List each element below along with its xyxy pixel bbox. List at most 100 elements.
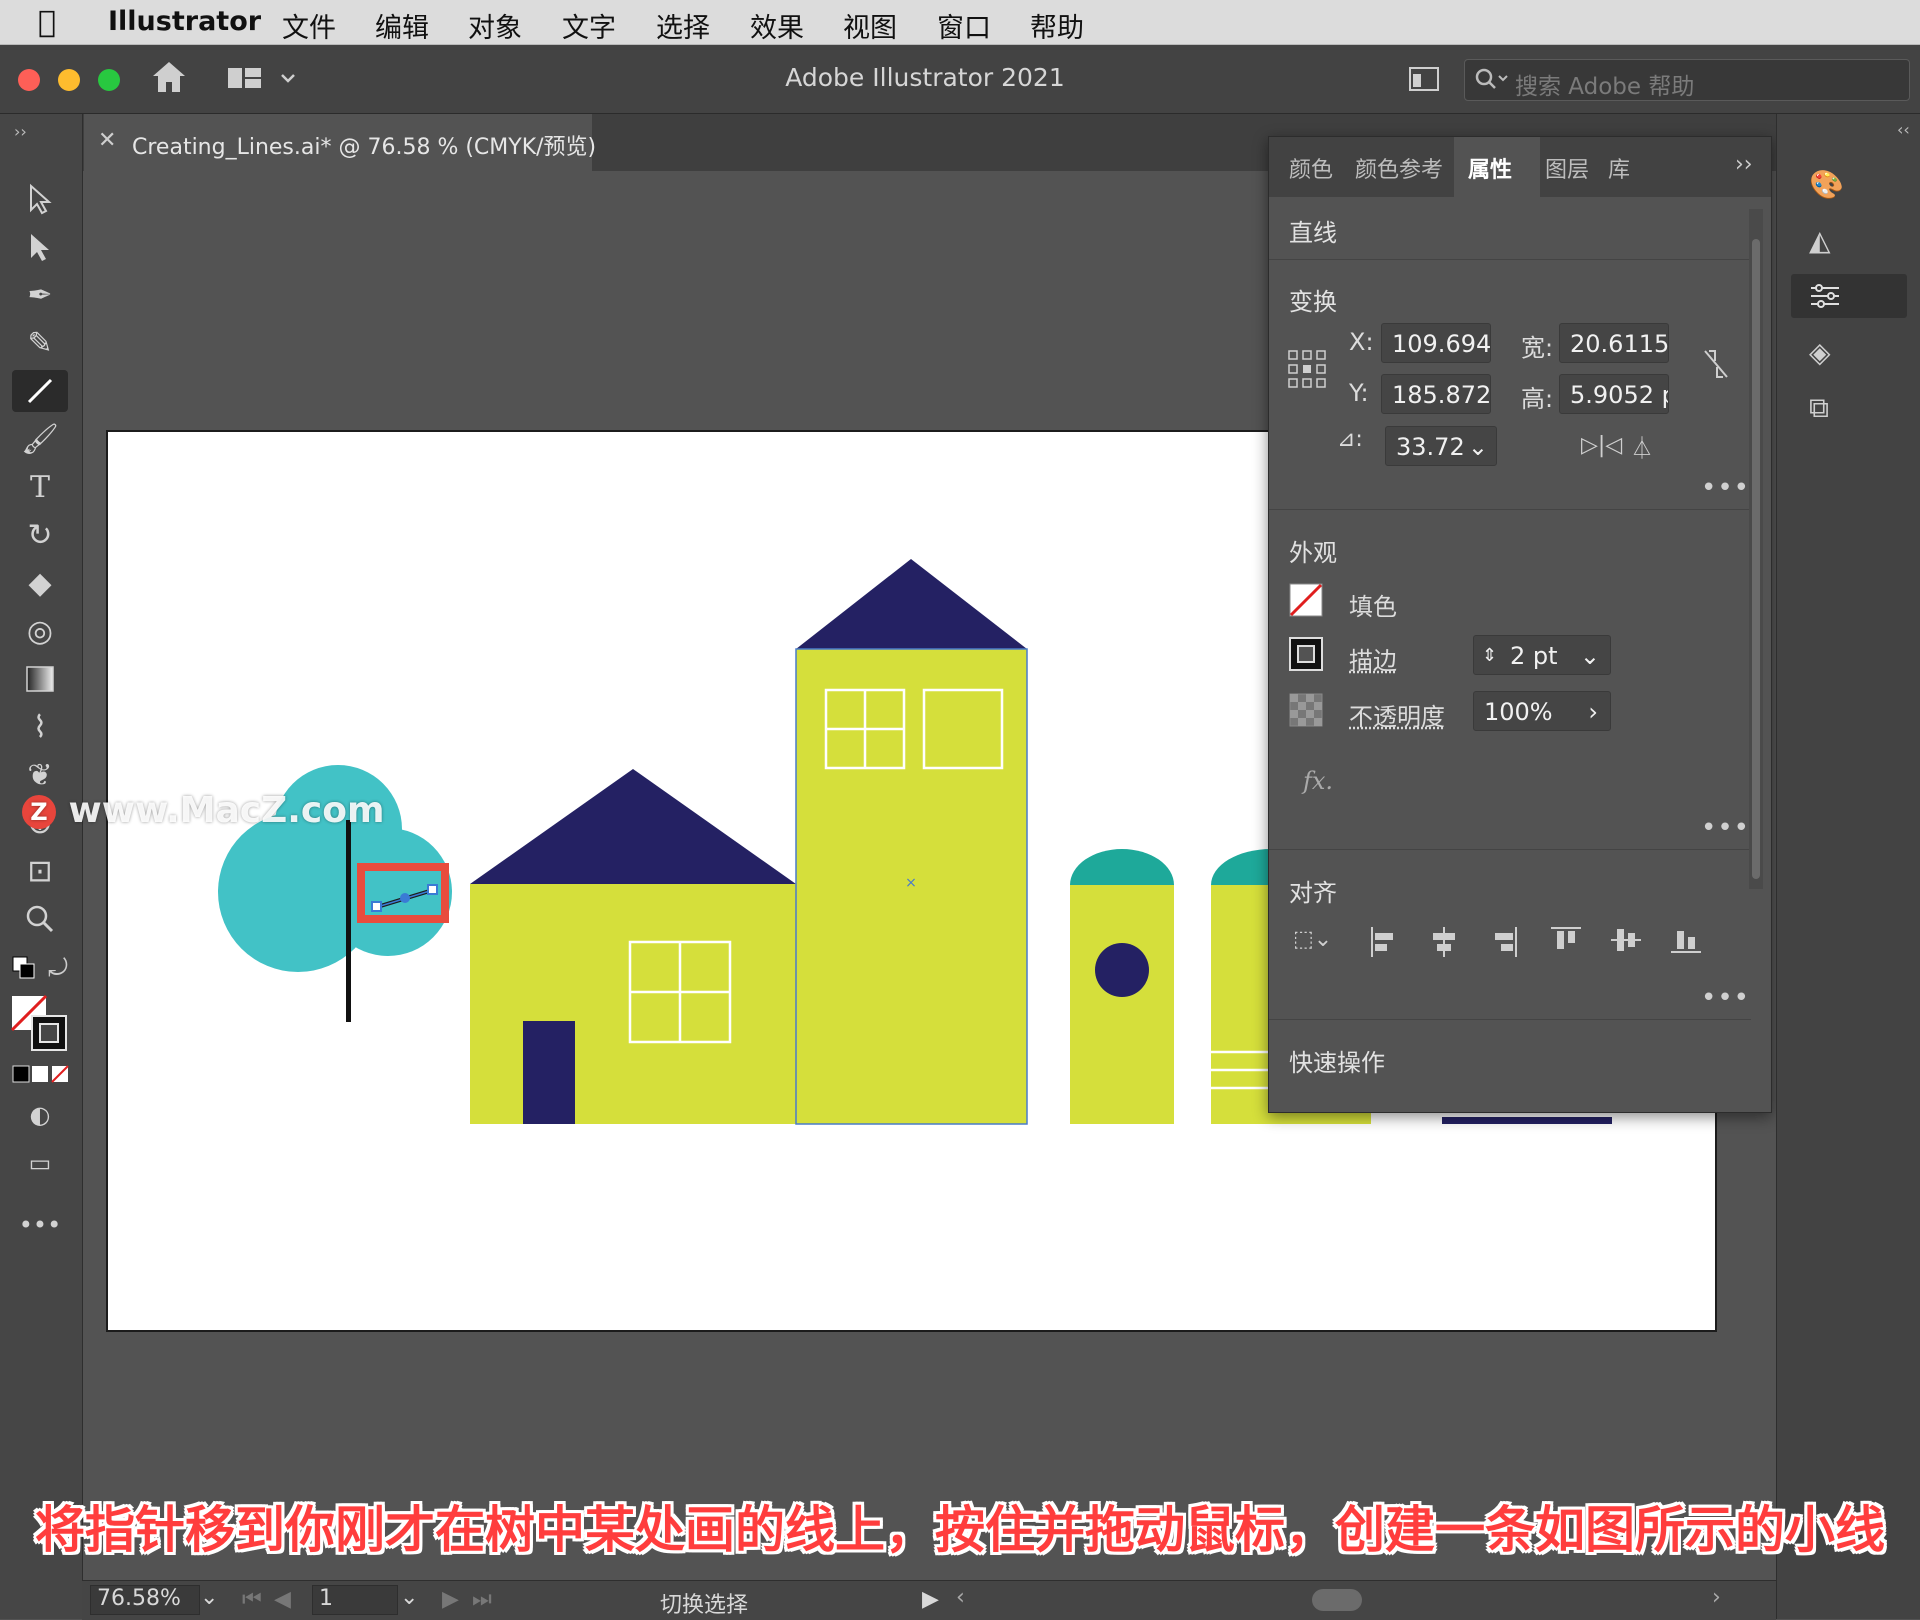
default-fill-stroke-icon[interactable]	[12, 956, 38, 986]
tab-libraries[interactable]: 库	[1608, 152, 1630, 184]
swap-fill-stroke-icon[interactable]: ⤾	[48, 954, 68, 982]
direct-selection-tool-icon[interactable]	[12, 226, 68, 268]
layers-panel-icon[interactable]: ◈	[1791, 330, 1907, 374]
tab-layers[interactable]: 图层	[1545, 152, 1589, 184]
document-tab[interactable]: ✕ Creating_Lines.ai* @ 76.58 % (CMYK/预览)	[84, 114, 596, 171]
libraries-panel-icon[interactable]: ⧉	[1791, 386, 1907, 430]
artboard-tool-icon[interactable]: ⊡	[12, 850, 68, 892]
home-icon[interactable]	[150, 59, 188, 99]
width-field[interactable]: 20.6115	[1559, 323, 1669, 363]
artboard-dropdown-icon[interactable]: ⌄	[400, 1585, 418, 1610]
last-artboard-icon[interactable]: ⏭	[472, 1587, 492, 1612]
close-window-button[interactable]	[18, 69, 40, 91]
edit-toolbar-icon[interactable]: •••	[12, 1204, 68, 1246]
stroke-dropdown-icon[interactable]: ⌄	[1580, 636, 1600, 674]
tab-color[interactable]: 颜色	[1289, 152, 1333, 184]
angle-dropdown-icon[interactable]: ⌄	[1468, 427, 1488, 465]
align-to-selection-icon[interactable]: ⬚⌄	[1293, 927, 1332, 952]
apple-icon[interactable]: 	[38, 5, 56, 40]
zoom-tool-icon[interactable]	[12, 898, 68, 940]
align-left-icon[interactable]	[1369, 925, 1399, 966]
color-guide-panel-icon[interactable]: ◭	[1791, 218, 1907, 262]
align-bottom-icon[interactable]	[1669, 925, 1703, 962]
status-mode-label[interactable]: 切换选择	[660, 1587, 748, 1619]
color-mode-icons[interactable]	[12, 1064, 72, 1088]
status-menu-arrow-icon[interactable]: ▶	[922, 1587, 939, 1612]
stroke-stepper-icon[interactable]: ⇕	[1482, 636, 1497, 674]
zoom-field[interactable]: 76.58%	[90, 1585, 200, 1615]
y-field[interactable]: 185.872	[1381, 374, 1491, 414]
paintbrush-tool-icon[interactable]: 🖌	[12, 418, 68, 460]
eyedropper-tool-icon[interactable]: ⌇	[12, 706, 68, 748]
panel-toggle-icon[interactable]	[1408, 65, 1440, 97]
panel-menu-icon[interactable]: ››	[1735, 152, 1753, 177]
menu-edit[interactable]: 编辑	[375, 6, 429, 45]
line-segment-tool-icon[interactable]	[12, 370, 68, 412]
selection-tool-icon[interactable]	[12, 178, 68, 220]
minimize-window-button[interactable]	[58, 69, 80, 91]
silo-1[interactable]	[1070, 849, 1174, 1124]
zoom-window-button[interactable]	[98, 69, 120, 91]
reference-point-icon[interactable]	[1287, 349, 1327, 396]
close-document-icon[interactable]: ✕	[98, 128, 116, 153]
fill-stroke-swatch[interactable]	[10, 994, 70, 1058]
zoom-dropdown-icon[interactable]: ⌄	[200, 1585, 218, 1610]
horizontal-scroll-thumb[interactable]	[1312, 1589, 1362, 1611]
fill-none-swatch-icon[interactable]	[1289, 583, 1323, 624]
align-vertical-center-icon[interactable]	[1609, 925, 1643, 962]
menu-view[interactable]: 视图	[843, 6, 897, 45]
menu-select[interactable]: 选择	[656, 6, 710, 45]
menu-window[interactable]: 窗口	[937, 6, 991, 45]
menu-file[interactable]: 文件	[282, 6, 336, 45]
draw-mode-icon[interactable]: ◐	[12, 1094, 68, 1136]
scroll-right-icon[interactable]: ›	[1712, 1585, 1721, 1610]
lasso-tool-icon[interactable]: ◎	[12, 610, 68, 652]
next-artboard-icon[interactable]: ▶	[442, 1587, 459, 1612]
flip-horizontal-icon[interactable]: ▷|◁	[1581, 433, 1622, 458]
align-more-icon[interactable]: •••	[1701, 983, 1750, 1013]
angle-field[interactable]: 33.72 ⌄	[1385, 426, 1497, 466]
stroke-label[interactable]: 描边	[1349, 641, 1397, 676]
workspace-switcher-icon[interactable]	[226, 65, 296, 97]
eraser-tool-icon[interactable]: ◆	[12, 562, 68, 604]
fx-button[interactable]: fx.	[1303, 767, 1333, 795]
type-tool-icon[interactable]: T	[12, 466, 68, 508]
align-top-icon[interactable]	[1549, 925, 1583, 962]
menu-effect[interactable]: 效果	[750, 6, 804, 45]
x-field[interactable]: 109.694	[1381, 323, 1491, 363]
scroll-left-icon[interactable]: ‹	[956, 1585, 965, 1610]
menu-type[interactable]: 文字	[562, 6, 616, 45]
tab-color-guide[interactable]: 颜色参考	[1355, 152, 1443, 184]
menu-app-name[interactable]: Illustrator	[108, 6, 261, 37]
opacity-arrow-icon[interactable]: ›	[1588, 692, 1598, 730]
tab-properties[interactable]: 属性	[1468, 152, 1512, 184]
previous-artboard-icon[interactable]: ◀	[274, 1587, 291, 1612]
help-search-field[interactable]: 搜索 Adobe 帮助	[1464, 59, 1910, 101]
appearance-more-icon[interactable]: •••	[1701, 813, 1750, 843]
opacity-label[interactable]: 不透明度	[1349, 697, 1445, 732]
opacity-field[interactable]: 100% ›	[1473, 691, 1611, 731]
pen-tool-icon[interactable]: ✒	[12, 274, 68, 316]
gradient-tool-icon[interactable]	[12, 658, 68, 700]
menu-help[interactable]: 帮助	[1030, 6, 1084, 45]
properties-panel-icon[interactable]	[1791, 274, 1907, 318]
first-artboard-icon[interactable]: ⏮	[242, 1587, 262, 1612]
rotate-tool-icon[interactable]: ↻	[12, 514, 68, 556]
align-right-icon[interactable]	[1489, 925, 1519, 966]
screen-mode-icon[interactable]: ▭	[12, 1142, 68, 1184]
house-left[interactable]	[470, 769, 796, 1124]
stroke-swatch-icon[interactable]	[1289, 637, 1323, 678]
collapse-dock-icon[interactable]: ‹‹	[1897, 120, 1910, 139]
opacity-checker-icon[interactable]	[1289, 693, 1323, 734]
flip-vertical-icon[interactable]: ⏃	[1631, 431, 1653, 463]
height-field[interactable]: 5.9052 p	[1559, 374, 1669, 414]
align-horizontal-center-icon[interactable]	[1429, 925, 1459, 966]
menu-object[interactable]: 对象	[468, 6, 522, 45]
artboard-number-field[interactable]: 1	[312, 1585, 398, 1615]
panel-scrollbar[interactable]	[1749, 209, 1763, 889]
collapse-toolbar-icon[interactable]: ››	[14, 122, 27, 141]
tower[interactable]: ×	[795, 559, 1028, 1125]
curvature-tool-icon[interactable]: ✎	[12, 322, 68, 364]
color-panel-icon[interactable]: 🎨	[1791, 162, 1907, 206]
transform-more-icon[interactable]: •••	[1701, 473, 1750, 503]
